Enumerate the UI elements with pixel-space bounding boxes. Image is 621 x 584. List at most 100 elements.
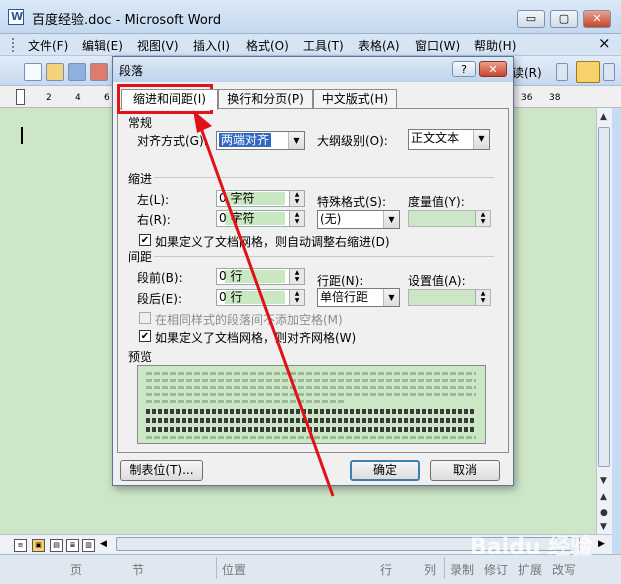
close-window-button[interactable]: ✕ <box>583 10 611 28</box>
left-indent-value: 0 字符 <box>219 191 255 205</box>
special-format-dropdown[interactable]: (无) ▼ <box>317 210 400 229</box>
dialog-close-button[interactable]: ✕ <box>479 61 507 77</box>
right-indent-label: 右(R): <box>137 213 171 227</box>
status-record[interactable]: 录制 <box>450 561 474 578</box>
spinner-arrows-icon[interactable]: ▲ ▼ <box>289 269 304 284</box>
chevron-down-icon[interactable]: ▼ <box>383 211 399 228</box>
spinner-arrows-icon[interactable]: ▲ ▼ <box>475 211 490 226</box>
spacing-section-heading: 间距 <box>128 250 153 264</box>
ok-button[interactable]: 确定 <box>350 460 420 481</box>
scroll-down-icon[interactable]: ▼ <box>600 476 607 486</box>
menu-format[interactable]: 格式(O) <box>246 37 289 54</box>
web-view-icon[interactable]: ▣ <box>32 539 45 552</box>
outline-view-icon[interactable]: ≣ <box>66 539 79 552</box>
menu-file[interactable]: 文件(F) <box>28 37 68 54</box>
window-title: 百度经验.doc - Microsoft Word <box>32 13 222 28</box>
preview-line <box>146 379 476 382</box>
normal-view-icon[interactable]: ≡ <box>14 539 27 552</box>
right-indent-value: 0 字符 <box>219 211 255 225</box>
minimize-button[interactable]: ▭ <box>517 10 545 28</box>
preview-sample-line <box>146 409 476 414</box>
menu-window[interactable]: 窗口(W) <box>415 37 460 54</box>
alignment-value: 两端对齐 <box>219 133 272 147</box>
menu-view[interactable]: 视图(V) <box>137 37 179 54</box>
tab-line-page-breaks[interactable]: 换行和分页(P) <box>218 89 313 110</box>
line-spacing-value: 单倍行距 <box>320 290 369 304</box>
new-document-icon[interactable] <box>24 63 42 81</box>
left-indent-spinner[interactable]: 0 字符 ▲ ▼ <box>216 190 305 207</box>
right-indent-spinner[interactable]: 0 字符 ▲ ▼ <box>216 210 305 227</box>
line-spacing-dropdown[interactable]: 单倍行距 ▼ <box>317 288 400 307</box>
menu-edit[interactable]: 编辑(E) <box>82 37 123 54</box>
help-button[interactable]: ? <box>452 61 476 77</box>
space-before-spinner[interactable]: 0 行 ▲ ▼ <box>216 268 305 285</box>
alignment-dropdown[interactable]: 两端对齐 ▼ <box>216 131 305 150</box>
close-document-button[interactable]: × <box>598 34 611 52</box>
ruler-tick: 38 <box>549 93 561 103</box>
spinner-arrows-icon[interactable]: ▲ ▼ <box>289 211 304 226</box>
permission-icon[interactable] <box>90 63 108 81</box>
next-page-icon[interactable]: ▼ <box>600 522 607 532</box>
browse-object-icon[interactable]: ● <box>600 508 608 518</box>
chevron-down-icon[interactable]: ▼ <box>383 289 399 306</box>
spinner-arrows-icon[interactable]: ▲ ▼ <box>289 290 304 305</box>
space-after-value: 0 行 <box>219 290 243 304</box>
paragraph-preview <box>137 365 486 444</box>
line-spacing-label: 行距(N): <box>317 274 364 288</box>
scroll-right-icon[interactable]: ▶ <box>598 539 605 549</box>
space-after-spinner[interactable]: 0 行 ▲ ▼ <box>216 289 305 306</box>
print-view-icon[interactable]: ▤ <box>50 539 63 552</box>
alignment-label: 对齐方式(G): <box>137 134 208 148</box>
ruler-tick: 6 <box>104 93 110 103</box>
space-before-value: 0 行 <box>219 269 243 283</box>
section-divider <box>154 177 494 178</box>
menu-tools[interactable]: 工具(T) <box>303 37 344 54</box>
dialog-titlebar[interactable]: 段落 ? ✕ <box>113 57 513 82</box>
status-overwrite[interactable]: 改写 <box>552 561 576 578</box>
read-mode-button[interactable]: 读(R) <box>512 64 542 81</box>
toolbar-overflow-icon[interactable] <box>603 63 615 81</box>
outline-level-dropdown[interactable]: 正文文本 ▼ <box>408 129 490 150</box>
auto-adjust-right-indent-checkbox[interactable]: ✔ <box>139 234 151 246</box>
preview-line <box>146 372 476 375</box>
menu-table[interactable]: 表格(A) <box>358 37 400 54</box>
spinner-arrows-icon[interactable]: ▲ ▼ <box>289 191 304 206</box>
text-caret <box>21 127 23 144</box>
tab-indent-spacing[interactable]: 缩进和间距(I) <box>121 89 218 110</box>
status-revise[interactable]: 修订 <box>484 561 508 578</box>
ruler-tick: 2 <box>46 93 52 103</box>
reading-view-icon[interactable]: ▥ <box>82 539 95 552</box>
menubar-grip-handle[interactable] <box>12 38 16 52</box>
snap-to-grid-checkbox[interactable]: ✔ <box>139 330 151 342</box>
restore-button[interactable]: ▢ <box>550 10 578 28</box>
tab-asian-typography[interactable]: 中文版式(H) <box>313 89 397 110</box>
status-bar: 页 节 位置 行 列 录制 修订 扩展 改写 Baidu 经验 <box>0 535 621 584</box>
word-app-icon[interactable] <box>8 9 24 25</box>
previous-page-icon[interactable]: ▲ <box>600 492 607 502</box>
dialog-title: 段落 <box>119 64 144 78</box>
chevron-down-icon[interactable]: ▼ <box>473 130 489 149</box>
tab-stops-button[interactable]: 制表位(T)... <box>120 460 203 481</box>
at-value-spinner[interactable]: ▲ ▼ <box>408 289 491 306</box>
at-value-label: 设置值(A): <box>408 274 466 288</box>
indent-marker-icon[interactable] <box>16 89 25 105</box>
menu-help[interactable]: 帮助(H) <box>474 37 516 54</box>
special-format-label: 特殊格式(S): <box>317 195 387 209</box>
chevron-down-icon[interactable]: ▼ <box>288 132 304 149</box>
measure-spinner[interactable]: ▲ ▼ <box>408 210 491 227</box>
spinner-arrows-icon[interactable]: ▲ ▼ <box>475 290 490 305</box>
save-icon[interactable] <box>68 63 86 81</box>
status-extend[interactable]: 扩展 <box>518 561 542 578</box>
open-folder-icon[interactable] <box>46 63 64 81</box>
scroll-left-icon[interactable]: ◀ <box>100 539 107 549</box>
toolbar-options-icon[interactable] <box>556 63 568 81</box>
status-line: 行 <box>380 563 393 577</box>
vertical-scroll-thumb[interactable] <box>598 127 610 467</box>
menu-insert[interactable]: 插入(I) <box>193 37 230 54</box>
no-space-same-style-checkbox[interactable] <box>139 312 151 324</box>
show-hide-marks-icon[interactable] <box>576 61 600 83</box>
auto-adjust-right-indent-label: 如果定义了文档网格，则自动调整右缩进(D) <box>155 235 390 249</box>
preview-section-heading: 预览 <box>128 350 153 364</box>
scroll-up-icon[interactable]: ▲ <box>600 112 607 122</box>
cancel-button[interactable]: 取消 <box>430 460 500 481</box>
